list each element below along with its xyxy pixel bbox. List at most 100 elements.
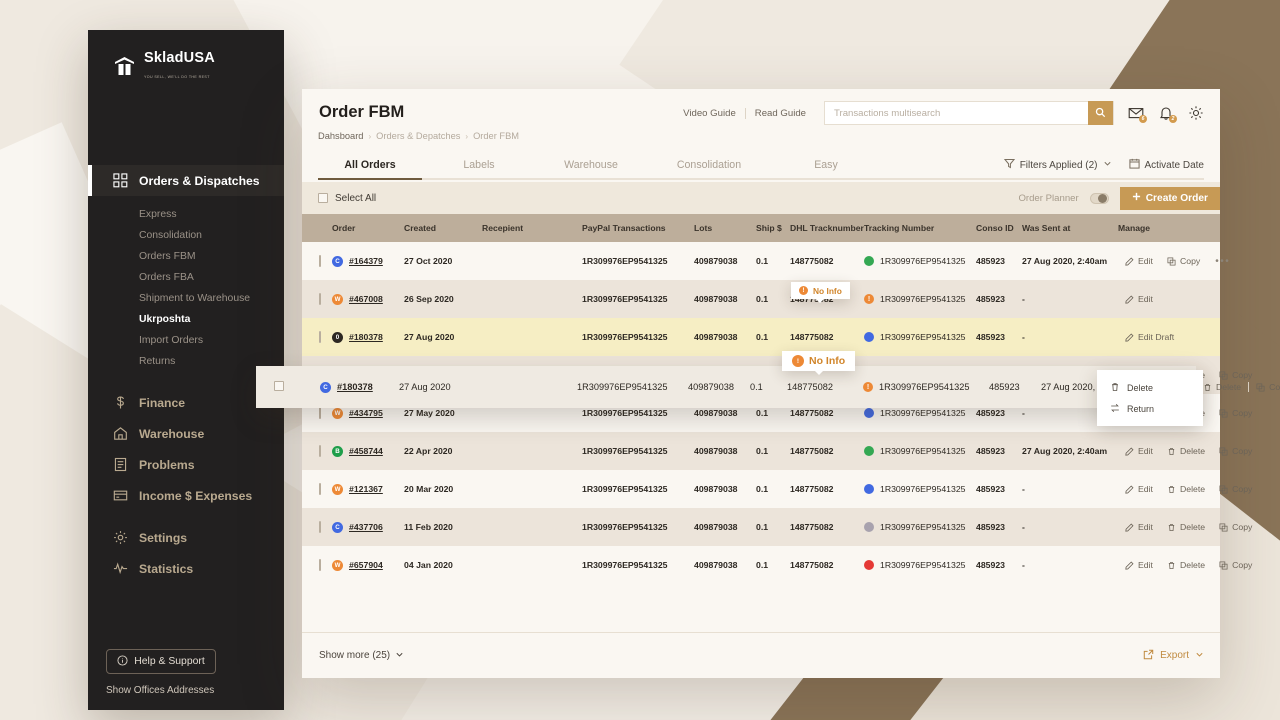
sidebar-item-income-expenses[interactable]: Income $ Expenses: [88, 480, 284, 511]
table-row[interactable]: C #437706 11 Feb 2020 1R309976EP9541325 4098…: [302, 508, 1252, 546]
th-recepient[interactable]: Recepient: [482, 214, 582, 242]
row-copy-button[interactable]: Copy: [1212, 560, 1259, 570]
brand-logo[interactable]: SkladUSA YOU SELL, WE'LL DO THE REST: [88, 30, 284, 82]
sidebar-subitem-returns[interactable]: Returns: [88, 351, 284, 372]
sidebar-item-warehouse[interactable]: Warehouse: [88, 418, 284, 449]
row-tracking: 1R309976EP9541325: [880, 294, 966, 304]
row-delete-button[interactable]: Delete: [1196, 382, 1248, 392]
export-button[interactable]: Export: [1143, 649, 1204, 663]
sidebar-item-finance[interactable]: Finance: [88, 387, 284, 418]
row-delete-button[interactable]: Delete: [1160, 522, 1212, 532]
sidebar-subitem-orders-fba[interactable]: Orders FBA: [88, 267, 284, 288]
help-support-button[interactable]: Help & Support: [106, 649, 216, 674]
sidebar-subitem-consolidation[interactable]: Consolidation: [88, 225, 284, 246]
row-context-menu[interactable]: Delete Return: [1097, 370, 1203, 426]
menu-item-return[interactable]: Return: [1097, 398, 1203, 419]
floating-order-row[interactable]: C #180378 27 Aug 2020 1R309976EP9541325 …: [256, 366, 1280, 408]
row-order-link[interactable]: #164379: [349, 256, 383, 266]
row-edit-button[interactable]: Edit: [1118, 294, 1160, 304]
row-delete-button[interactable]: Delete: [1160, 484, 1212, 494]
row-copy-button[interactable]: Copy: [1212, 408, 1259, 418]
table-row[interactable]: B #458744 22 Apr 2020 1R309976EP9541325 4098…: [302, 432, 1252, 470]
bell-icon[interactable]: 2: [1158, 105, 1177, 123]
row-copy-button[interactable]: Copy: [1212, 522, 1259, 532]
row-edit-button[interactable]: Edit: [1118, 256, 1160, 266]
sidebar-subitem-orders-fbm[interactable]: Orders FBM: [88, 246, 284, 267]
table-row[interactable]: 0 #180378 27 Aug 2020 1R309976EP9541325 4098…: [302, 318, 1220, 356]
sidebar-item-problems[interactable]: Problems: [88, 449, 284, 480]
row-order-link[interactable]: #434795: [349, 408, 383, 418]
sidebar-subitem-import-orders[interactable]: Import Orders: [88, 330, 284, 351]
row-order-link[interactable]: #180378: [349, 332, 383, 342]
show-offices-addresses-link[interactable]: Show Offices Addresses: [88, 685, 284, 696]
th-conso-id[interactable]: Conso ID: [976, 214, 1022, 242]
show-more-button[interactable]: Show more (25): [319, 650, 404, 662]
row-checkbox-cell[interactable]: [302, 432, 332, 470]
sidebar-subitem-shipment-to-warehouse[interactable]: Shipment to Warehouse: [88, 288, 284, 309]
row-edit-button[interactable]: Edit: [1118, 484, 1160, 494]
row-copy-button[interactable]: Copy: [1160, 256, 1207, 266]
read-guide-link[interactable]: Read Guide: [746, 108, 815, 119]
video-guide-link[interactable]: Video Guide: [674, 108, 745, 119]
row-copy-button[interactable]: Copy: [1212, 446, 1259, 456]
th-ship[interactable]: Ship $: [756, 214, 790, 242]
th-lots[interactable]: Lots: [694, 214, 756, 242]
row-order-link[interactable]: #458744: [349, 446, 383, 456]
table-row[interactable]: W #657904 04 Jan 2020 1R309976EP9541325 4098…: [302, 546, 1252, 584]
row-edit-button[interactable]: Edit: [1118, 446, 1160, 456]
row-edit-button[interactable]: Edit: [1118, 560, 1160, 570]
row-copy-button[interactable]: Copy: [1212, 484, 1259, 494]
row-order-link[interactable]: #657904: [349, 560, 383, 570]
menu-item-delete[interactable]: Delete: [1097, 377, 1203, 398]
tab-consolidation[interactable]: Consolidation: [646, 159, 772, 178]
th-order[interactable]: Order: [332, 214, 404, 242]
mail-icon[interactable]: 6: [1128, 105, 1147, 123]
sidebar-subitem-express[interactable]: Express: [88, 204, 284, 225]
row-status-badge: W: [332, 407, 343, 419]
sidebar-item-statistics[interactable]: Statistics: [88, 553, 284, 584]
sidebar-subitem-ukrposhta[interactable]: Ukrposhta: [88, 309, 284, 330]
th-was-sent-at[interactable]: Was Sent at: [1022, 214, 1118, 242]
table-row[interactable]: W #121367 20 Mar 2020 1R309976EP9541325 4098…: [302, 470, 1252, 508]
tab-warehouse[interactable]: Warehouse: [536, 159, 646, 178]
row-checkbox-cell[interactable]: [302, 508, 332, 546]
table-row[interactable]: W #467008 26 Sep 2020 1R309976EP9541325 4098…: [302, 280, 1220, 318]
tab-all-orders[interactable]: All Orders: [318, 159, 422, 180]
breadcrumb-item-orders-depatches[interactable]: Orders & Depatches: [376, 131, 460, 141]
row-order-link[interactable]: #467008: [349, 294, 383, 304]
sidebar-item-settings[interactable]: Settings: [88, 522, 284, 553]
row-checkbox-cell[interactable]: [302, 280, 332, 318]
row-copy-button[interactable]: Copy: [1212, 370, 1259, 380]
row-more-button[interactable]: •••: [1207, 256, 1238, 267]
tab-labels[interactable]: Labels: [422, 159, 536, 178]
tab-easy[interactable]: Easy: [772, 159, 880, 178]
select-all-checkbox[interactable]: Select All: [318, 193, 376, 204]
activate-date-button[interactable]: Activate Date: [1128, 158, 1204, 172]
settings-gear-icon[interactable]: [1188, 105, 1204, 121]
search-input[interactable]: [825, 102, 1088, 124]
create-order-button[interactable]: Create Order: [1119, 186, 1220, 210]
row-order-link[interactable]: #180378: [337, 382, 399, 392]
breadcrumb-item-dashboard[interactable]: Dahsboard: [318, 131, 363, 141]
row-checkbox-cell[interactable]: [302, 546, 332, 584]
filters-applied-button[interactable]: Filters Applied (2): [1003, 158, 1112, 172]
th-created[interactable]: Created: [404, 214, 482, 242]
order-planner-toggle[interactable]: [1089, 192, 1109, 204]
row-checkbox-cell[interactable]: [302, 470, 332, 508]
row-delete-button[interactable]: Delete: [1160, 446, 1212, 456]
row-checkbox[interactable]: [256, 381, 320, 393]
th-paypal-transactions[interactable]: PayPal Transactions: [582, 214, 694, 242]
table-row[interactable]: C #164379 27 Oct 2020 1R309976EP9541325 4098…: [302, 242, 1229, 280]
row-copy-button[interactable]: Copy: [1249, 382, 1280, 392]
th-tracking-number[interactable]: Tracking Number: [864, 214, 976, 242]
th-dhl-tracknumber[interactable]: DHL Tracknumber: [790, 214, 864, 242]
row-checkbox-cell[interactable]: [302, 318, 332, 356]
row-order-link[interactable]: #437706: [349, 522, 383, 532]
sidebar-item-orders-dispatches[interactable]: Orders & Dispatches: [88, 165, 284, 196]
row-edit-button[interactable]: Edit: [1118, 522, 1160, 532]
row-edit-draft-button[interactable]: Edit Draft: [1118, 332, 1181, 342]
row-order-link[interactable]: #121367: [349, 484, 383, 494]
row-delete-button[interactable]: Delete: [1160, 560, 1212, 570]
search-button[interactable]: [1088, 101, 1113, 125]
row-checkbox-cell[interactable]: [302, 242, 332, 280]
